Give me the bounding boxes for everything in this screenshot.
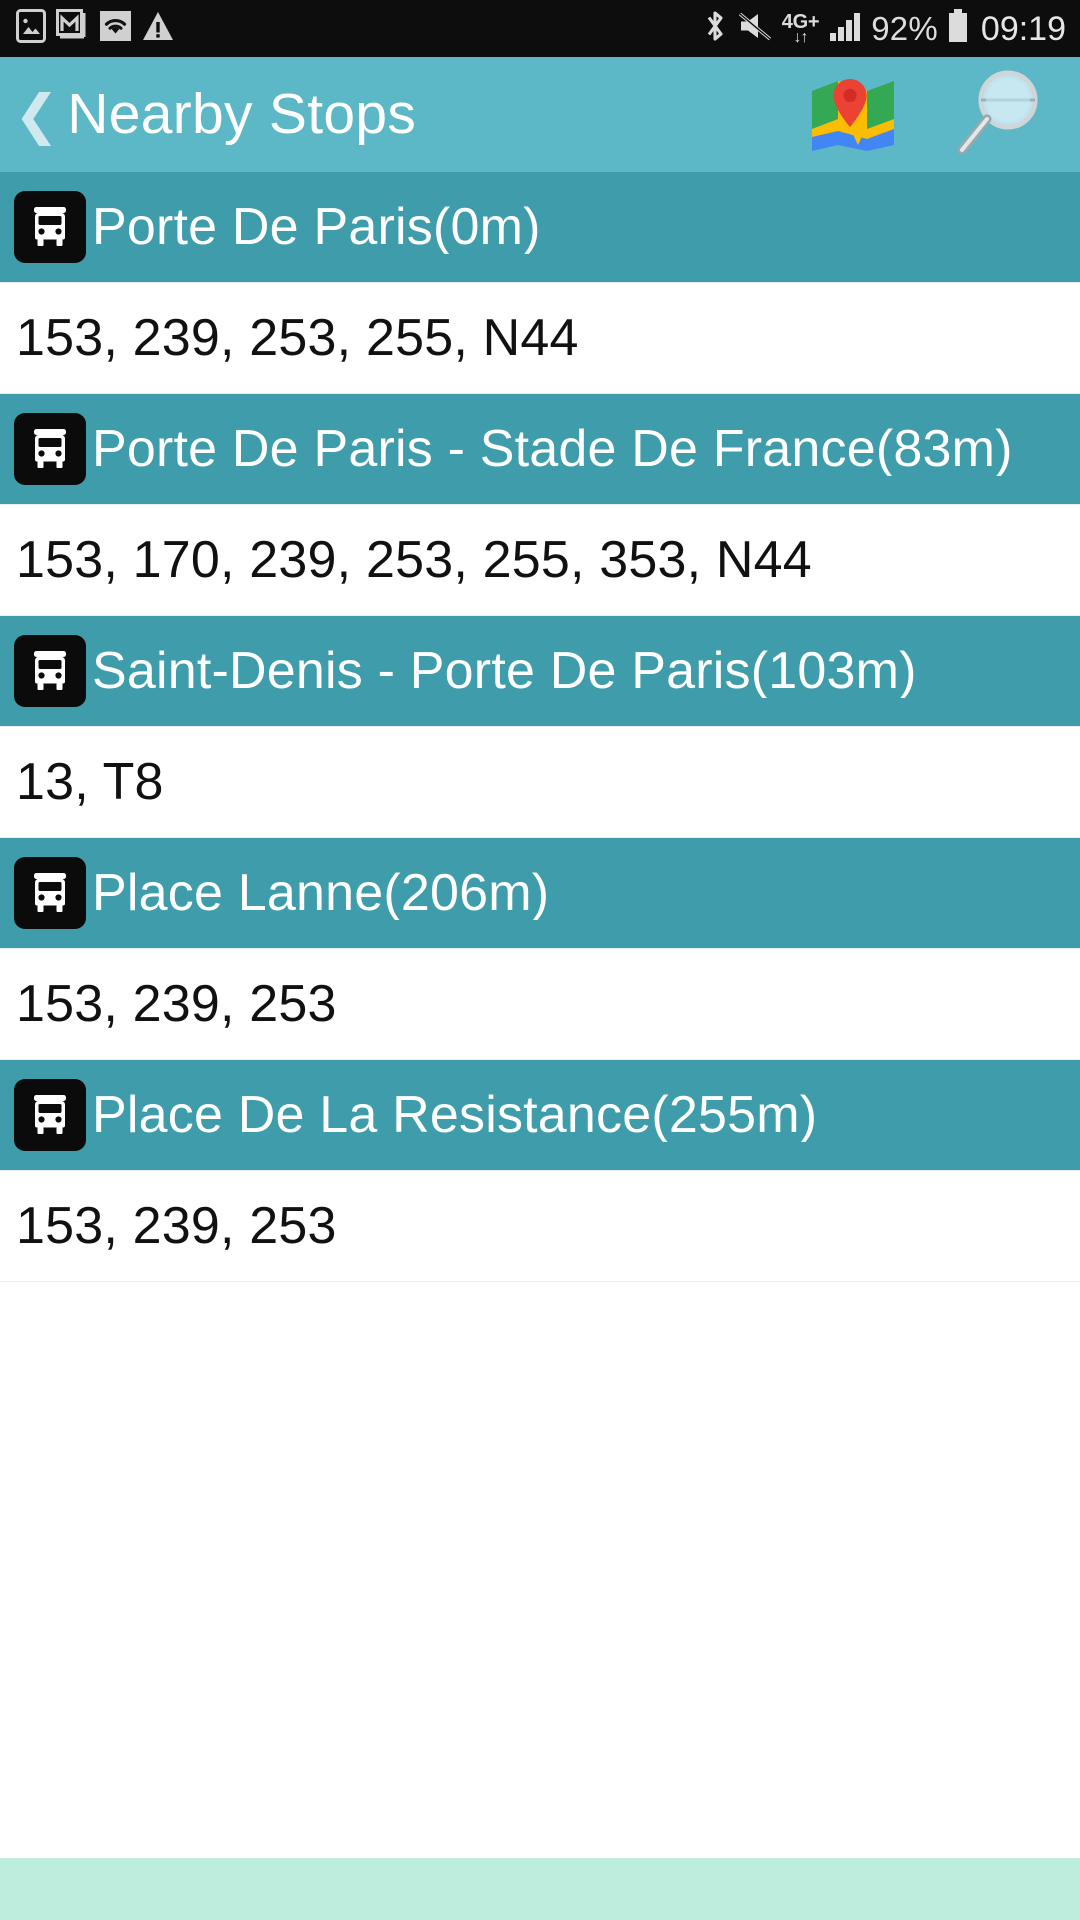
app-header: ❮ Nearby Stops	[0, 57, 1080, 172]
status-bar-right-icons: 4G+ ↓↑ 92% 09:19	[702, 8, 1066, 49]
clock-label: 09:19	[980, 9, 1066, 48]
stop-row[interactable]: Place Lanne(206m)	[0, 838, 1080, 949]
routes-label: 153, 239, 253, 255, N44	[16, 308, 579, 367]
bus-icon	[14, 635, 86, 707]
warning-icon	[142, 9, 174, 48]
bluetooth-icon	[702, 8, 728, 49]
wifi-icon	[99, 9, 132, 48]
bus-icon	[14, 413, 86, 485]
back-chevron-icon: ❮	[14, 82, 60, 146]
photo-icon	[16, 9, 46, 48]
search-button[interactable]	[954, 66, 1046, 163]
routes-label: 13, T8	[16, 752, 164, 811]
data-arrows-icon: ↓↑	[793, 28, 809, 46]
bottom-strip	[0, 1858, 1080, 1920]
signal-icon	[828, 9, 862, 48]
empty-list-area	[0, 1282, 1080, 1858]
routes-label: 153, 170, 239, 253, 255, 353, N44	[16, 530, 812, 589]
routes-label: 153, 239, 253	[16, 1196, 337, 1255]
mute-icon	[737, 9, 773, 48]
bus-icon	[14, 857, 86, 929]
network-type-indicator: 4G+ ↓↑	[782, 12, 820, 46]
battery-icon	[947, 8, 969, 49]
app-screen: 4G+ ↓↑ 92% 09:19 ❮ Nearby Stops Porte De…	[0, 0, 1080, 1920]
search-icon	[954, 66, 1046, 163]
routes-label: 153, 239, 253	[16, 974, 337, 1033]
bus-icon	[14, 1079, 86, 1151]
header-actions	[810, 66, 1046, 163]
routes-row[interactable]: 13, T8	[0, 727, 1080, 838]
back-button[interactable]: ❮ Nearby Stops	[14, 86, 810, 143]
map-icon	[810, 73, 896, 156]
stop-name-label: Porte De Paris(0m)	[92, 199, 541, 255]
stop-row[interactable]: Porte De Paris(0m)	[0, 172, 1080, 283]
stop-name-label: Place De La Resistance(255m)	[92, 1087, 818, 1143]
stop-name-label: Porte De Paris - Stade De France(83m)	[92, 421, 1013, 477]
map-button[interactable]	[810, 73, 896, 156]
stop-row[interactable]: Place De La Resistance(255m)	[0, 1060, 1080, 1171]
stop-name-label: Place Lanne(206m)	[92, 865, 550, 921]
status-bar-left-icons	[16, 9, 174, 48]
status-bar: 4G+ ↓↑ 92% 09:19	[0, 0, 1080, 57]
stop-name-label: Saint-Denis - Porte De Paris(103m)	[92, 643, 917, 699]
stop-row[interactable]: Saint-Denis - Porte De Paris(103m)	[0, 616, 1080, 727]
routes-row[interactable]: 153, 170, 239, 253, 255, 353, N44	[0, 505, 1080, 616]
bus-icon	[14, 191, 86, 263]
stop-row[interactable]: Porte De Paris - Stade De France(83m)	[0, 394, 1080, 505]
battery-percent-label: 92%	[871, 10, 938, 47]
page-title: Nearby Stops	[67, 82, 417, 146]
routes-row[interactable]: 153, 239, 253	[0, 949, 1080, 1060]
routes-row[interactable]: 153, 239, 253, 255, N44	[0, 283, 1080, 394]
nearby-stops-list: Porte De Paris(0m) 153, 239, 253, 255, N…	[0, 172, 1080, 1858]
gmail-icon	[56, 9, 89, 48]
routes-row[interactable]: 153, 239, 253	[0, 1171, 1080, 1282]
